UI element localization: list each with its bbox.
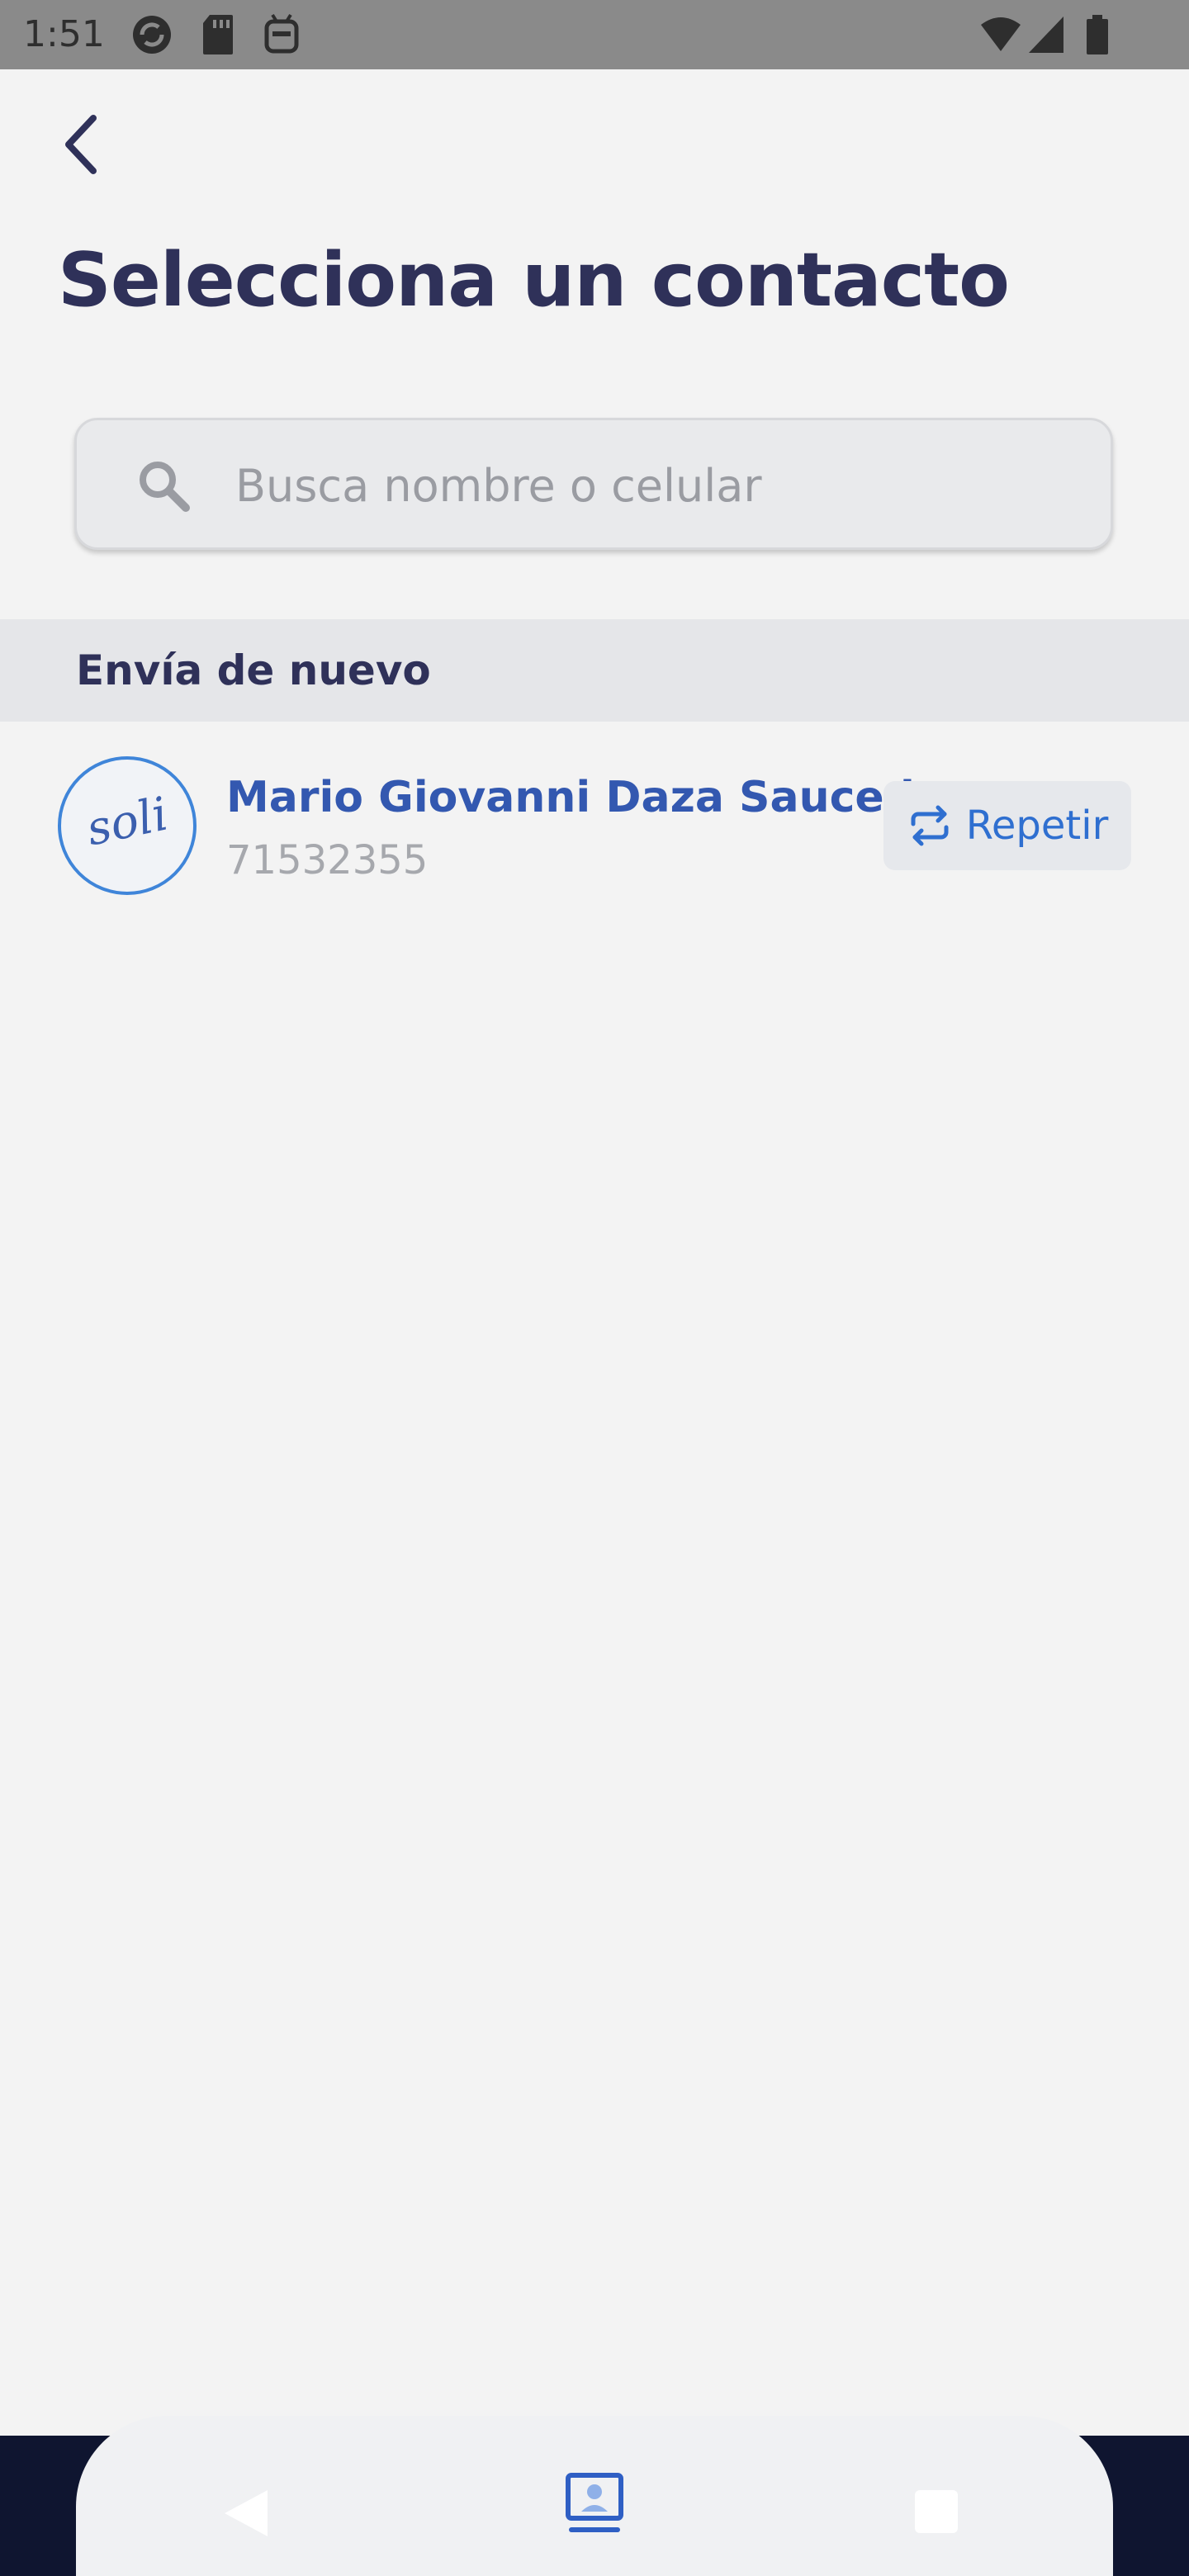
- contact-row[interactable]: soli Mario Giovanni Daza Saucedo 7153235…: [0, 735, 1189, 925]
- wifi-icon: [981, 17, 1021, 51]
- battery-icon: [1087, 15, 1108, 54]
- repeat-button[interactable]: Repetir: [883, 781, 1131, 870]
- status-time: 1:51: [23, 13, 105, 55]
- avatar-text: soli: [82, 786, 173, 857]
- sync-icon: [133, 16, 171, 54]
- repeat-label: Repetir: [965, 803, 1109, 849]
- screen: 1:51 Selecciona un contacto Busca nombre…: [0, 0, 1189, 2576]
- status-bar: 1:51: [0, 0, 1189, 69]
- avatar: soli: [58, 756, 197, 895]
- cell-signal-icon: [1029, 17, 1063, 53]
- nav-home-icon[interactable]: [563, 2469, 626, 2538]
- nav-back-icon[interactable]: [221, 2487, 271, 2540]
- repeat-icon: [911, 805, 949, 846]
- sd-card-icon: [203, 15, 233, 54]
- nav-recents-icon[interactable]: [915, 2490, 958, 2533]
- search-input[interactable]: [234, 445, 1079, 526]
- chevron-left-icon: [65, 115, 97, 174]
- section-header: Envía de nuevo: [0, 619, 1189, 722]
- contact-name: Mario Giovanni Daza Saucedo: [226, 773, 945, 822]
- android-debug-icon: [264, 13, 299, 54]
- back-button[interactable]: [48, 107, 114, 182]
- search-icon: [140, 462, 190, 512]
- section-title: Envía de nuevo: [76, 646, 431, 694]
- page-title: Selecciona un contacto: [58, 237, 1010, 324]
- search-box[interactable]: [74, 418, 1113, 550]
- contact-phone: 71532355: [226, 837, 429, 883]
